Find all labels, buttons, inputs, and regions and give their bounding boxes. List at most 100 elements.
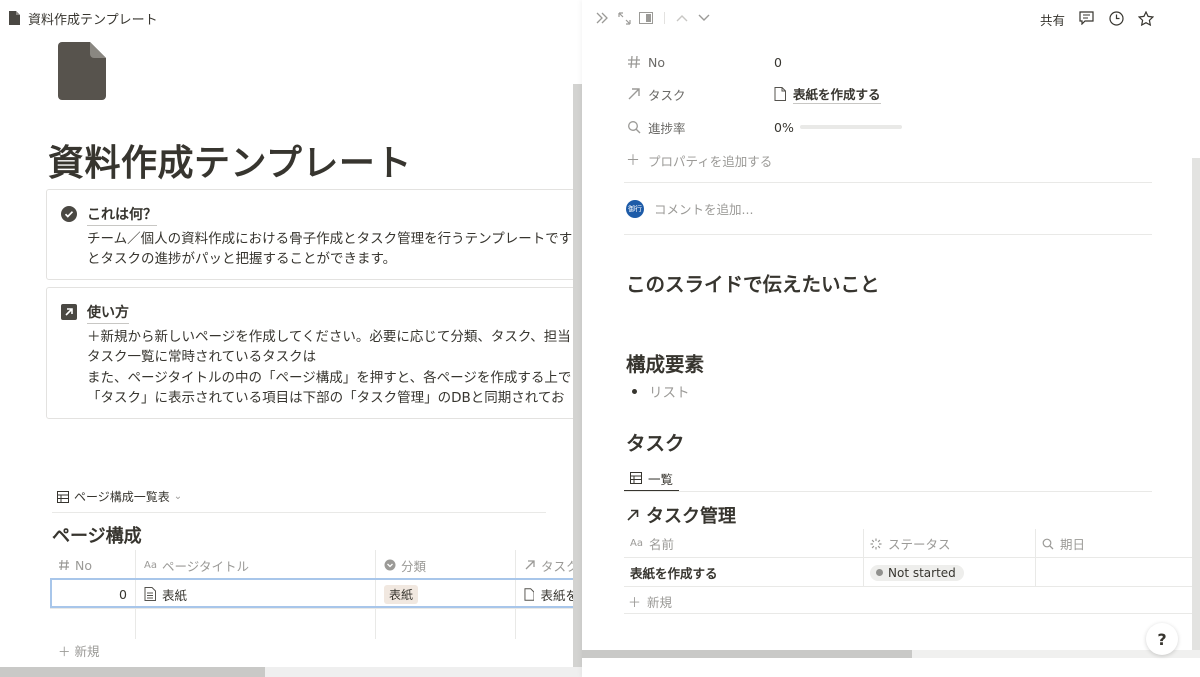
avatar: 御行: [626, 199, 644, 218]
cell-title[interactable]: 表紙: [136, 579, 376, 609]
peek-mode-icon[interactable]: [638, 10, 654, 26]
add-property-button[interactable]: ＋ プロパティを追加する: [626, 150, 772, 170]
new-row-button[interactable]: ＋ 新規: [628, 592, 672, 611]
horizontal-scrollbar[interactable]: [0, 667, 582, 677]
double-chevron-right-icon[interactable]: [594, 10, 610, 26]
callout-title: これは何？: [87, 204, 157, 226]
column-header-no[interactable]: No: [50, 550, 136, 580]
divider: [624, 491, 1152, 492]
breadcrumb[interactable]: 資料作成テンプレート: [0, 0, 582, 36]
callout-text: タスク一覧に常時されているタスクは: [87, 349, 317, 365]
property-progress[interactable]: 進捗率 0%: [626, 115, 902, 139]
callout-text: 「タスク」に表示されている項目は下部の「タスク管理」のDBと同期されてお: [87, 390, 565, 406]
column-header-category[interactable]: 分類: [376, 550, 516, 580]
property-no[interactable]: No 0: [626, 50, 782, 74]
page-icon: [144, 587, 156, 601]
bullet-list-item[interactable]: リスト: [632, 381, 690, 401]
side-peek-pane: 共有 No 0 タスク 表紙を作成する 進捗率 0% ＋ プロパティを追加する …: [582, 0, 1200, 677]
heading-message[interactable]: このスライドで伝えたいこと: [626, 268, 880, 297]
text-aa-icon: Aa: [144, 559, 157, 571]
column-header-title[interactable]: Aa ページタイトル: [136, 550, 376, 580]
tab-list-view[interactable]: 一覧: [624, 466, 680, 492]
relation-arrow-icon: [524, 559, 536, 571]
new-row-button[interactable]: ＋ 新規: [58, 641, 100, 660]
table-row[interactable]: 0 表紙 表紙 表紙を: [50, 578, 582, 609]
callout-text: とタスクの進捗がパッと把握することができます。: [87, 251, 397, 267]
plus-icon: ＋: [626, 153, 640, 169]
cell-name[interactable]: 表紙を作成する: [624, 558, 864, 587]
column-label: 分類: [401, 558, 427, 574]
bullet-dot: [632, 388, 637, 394]
task-link-text: 表紙を作成する: [793, 84, 881, 104]
cell-category[interactable]: 表紙: [376, 579, 516, 609]
property-value[interactable]: 0: [774, 55, 782, 70]
toolbar-divider: [664, 12, 665, 24]
vertical-scrollbar[interactable]: [1192, 158, 1200, 650]
property-task[interactable]: タスク 表紙を作成する: [626, 82, 881, 106]
main-page-pane: 資料作成テンプレート 資料作成テンプレート これは何？ チーム／個人の資料作成に…: [0, 0, 582, 677]
share-button[interactable]: 共有: [1040, 10, 1065, 29]
linked-arrow-icon: [627, 509, 639, 521]
add-property-label: プロパティを追加する: [648, 153, 773, 169]
star-favorite-icon[interactable]: [1138, 10, 1154, 26]
vertical-scrollbar[interactable]: [573, 84, 582, 667]
linked-database-name: タスク管理: [646, 506, 736, 527]
table-row-empty[interactable]: [50, 608, 582, 639]
magnifier-icon: [1042, 538, 1054, 550]
chevron-down-icon: ⌄: [173, 491, 183, 502]
comment-icon[interactable]: [1078, 10, 1094, 26]
chevron-up-icon[interactable]: [674, 10, 690, 26]
divider: [624, 613, 1200, 614]
bullet-text: リスト: [649, 385, 690, 401]
callout-title: 使い方: [87, 302, 129, 324]
progress-text: 0%: [774, 119, 794, 135]
heading-tasks[interactable]: タスク: [626, 427, 685, 456]
database-title[interactable]: ページ構成: [52, 522, 142, 548]
cell-title-text: 表紙: [162, 587, 188, 603]
column-header-name[interactable]: Aa 名前: [624, 529, 864, 558]
magnifier-icon: [626, 119, 642, 135]
callout-what-is-this: これは何？ チーム／個人の資料作成における骨子作成とタスク管理を行うテンプレート…: [46, 189, 582, 280]
database-view-name: ページ構成一覧表: [74, 490, 170, 504]
table-row[interactable]: 表紙を作成する Not started: [624, 557, 1200, 587]
cell-status[interactable]: Not started: [864, 558, 1036, 587]
page-document-icon[interactable]: [58, 42, 106, 100]
status-badge: Not started: [870, 564, 964, 581]
divider: [624, 182, 1152, 183]
tab-label: 一覧: [648, 471, 674, 487]
peek-toolbar: 共有: [582, 0, 1200, 36]
callout-text: チーム／個人の資料作成における骨子作成とタスク管理を行うテンプレートです: [87, 231, 573, 247]
chevron-down-icon[interactable]: [696, 10, 712, 26]
page-title[interactable]: 資料作成テンプレート: [48, 134, 412, 186]
breadcrumb-title: 資料作成テンプレート: [28, 12, 158, 28]
expand-icon[interactable]: [616, 10, 632, 26]
help-button[interactable]: ?: [1146, 623, 1178, 655]
property-value-link[interactable]: 表紙を作成する: [774, 84, 881, 104]
property-value: 0%: [774, 120, 902, 135]
column-label: 期日: [1060, 537, 1086, 552]
category-tag: 表紙: [384, 584, 419, 604]
table-header-row: Aa 名前 ステータス 期日: [624, 529, 1200, 558]
divider: [624, 586, 1200, 587]
check-circle-icon: [61, 206, 77, 222]
history-clock-icon[interactable]: [1108, 10, 1124, 26]
column-header-status[interactable]: ステータス: [864, 529, 1036, 558]
cell-due[interactable]: [1036, 558, 1200, 587]
table-header-row: No Aa ページタイトル 分類 タスク: [50, 550, 582, 580]
column-label: ページタイトル: [161, 558, 249, 574]
column-header-due[interactable]: 期日: [1036, 529, 1200, 558]
heading-components[interactable]: 構成要素: [626, 348, 704, 377]
linked-database-title[interactable]: タスク管理: [626, 502, 736, 528]
comment-input[interactable]: 御行 コメントを追加...: [626, 199, 753, 218]
column-label: No: [75, 557, 92, 573]
divider: [52, 512, 546, 513]
status-spinner-icon: [870, 538, 882, 550]
select-icon: [384, 559, 396, 571]
relation-arrow-icon: [626, 86, 642, 102]
progress-bar: [799, 125, 902, 129]
database-view-selector[interactable]: ページ構成一覧表 ⌄: [57, 488, 182, 505]
cell-no[interactable]: 0: [50, 579, 136, 609]
property-label: 進捗率: [648, 120, 686, 136]
new-row-label: 新規: [74, 644, 100, 659]
horizontal-scrollbar[interactable]: [582, 650, 1200, 658]
